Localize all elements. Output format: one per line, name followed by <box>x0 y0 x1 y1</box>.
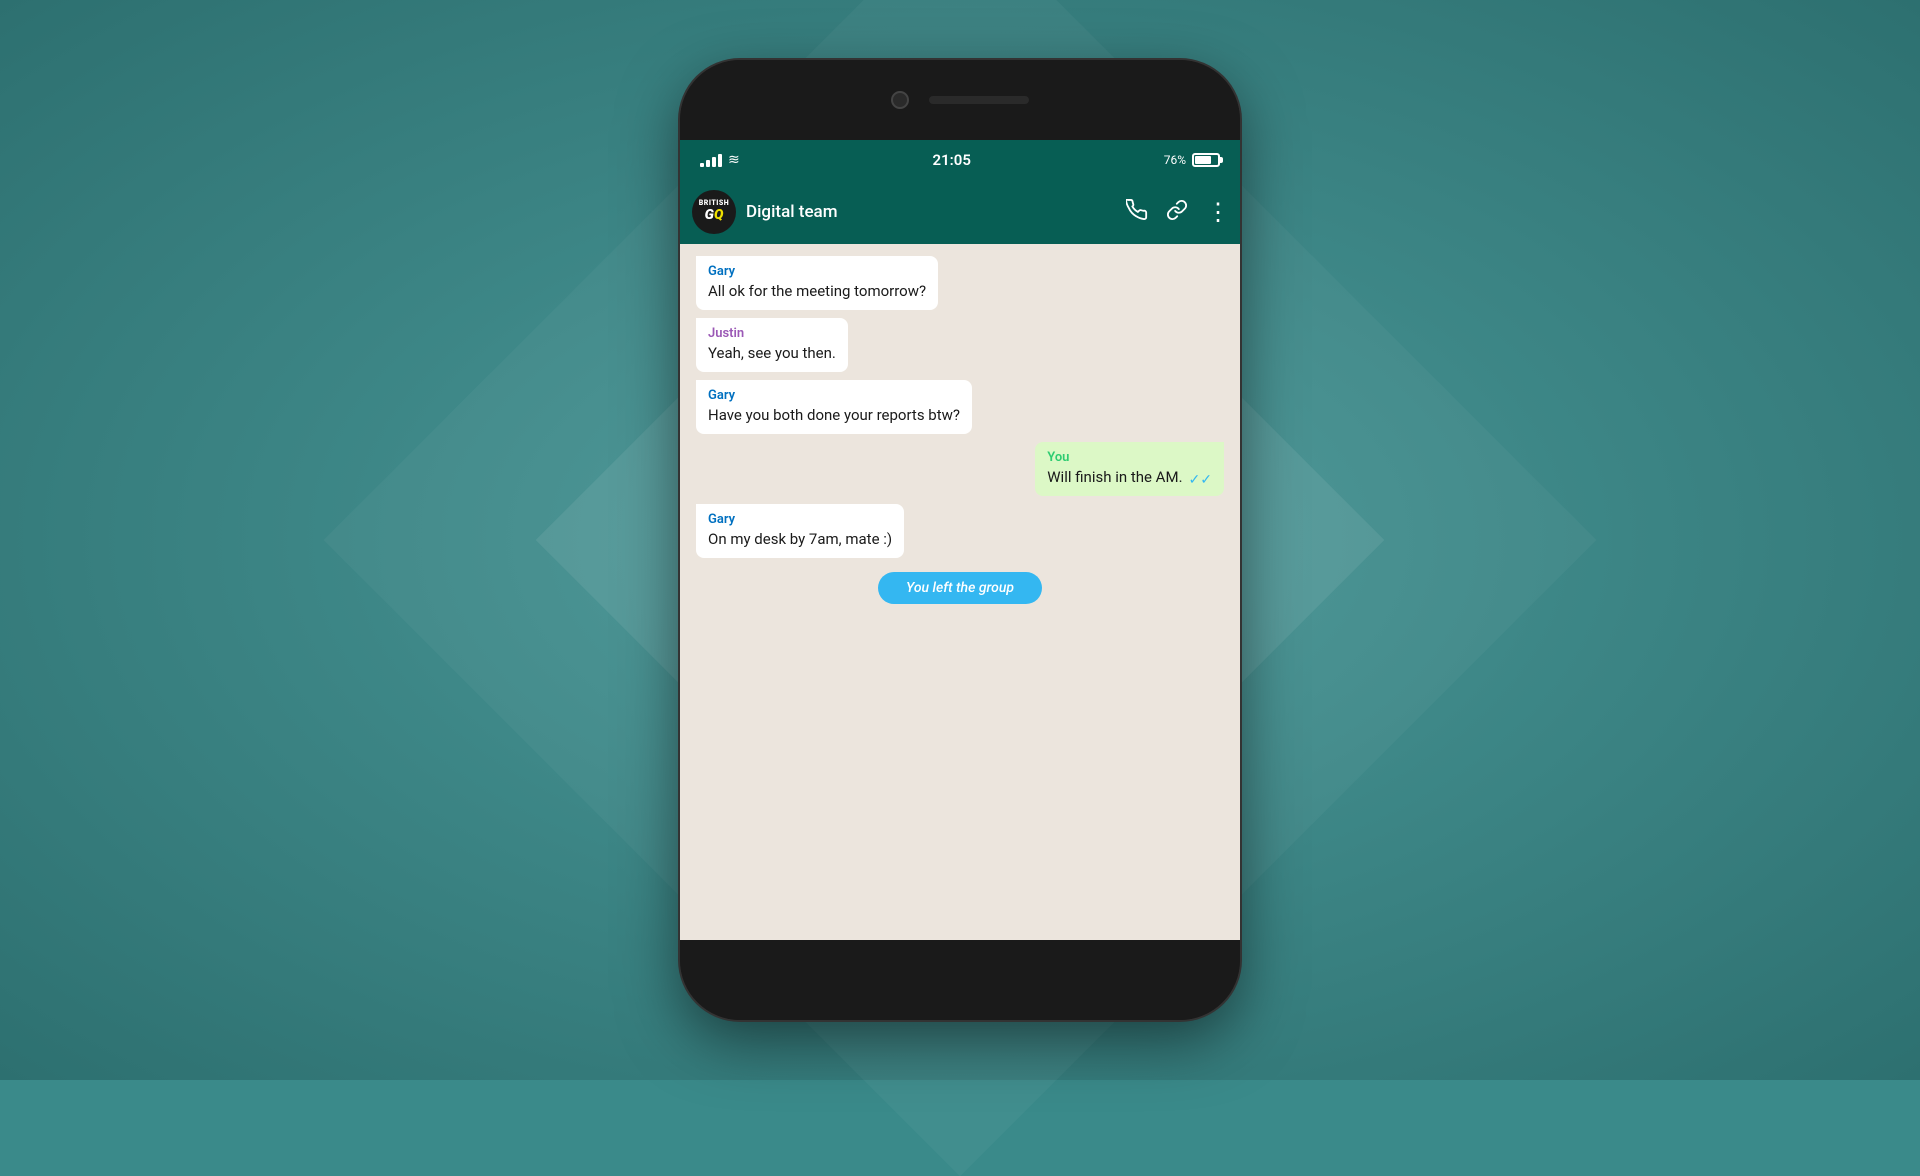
status-time: 21:05 <box>933 151 971 169</box>
message-wrapper: Gary All ok for the meeting tomorrow? <box>696 256 1224 310</box>
message-bubble: Gary Have you both done your reports btw… <box>696 380 972 434</box>
messages-area: Gary All ok for the meeting tomorrow? Ju… <box>680 244 1240 940</box>
read-ticks-icon: ✓✓ <box>1189 472 1212 488</box>
chat-actions: ⋮ <box>1126 198 1228 226</box>
phone-speaker <box>929 96 1029 104</box>
more-options-icon[interactable]: ⋮ <box>1206 198 1228 226</box>
message-sender: Gary <box>708 264 926 279</box>
phone-screen: ≋ 21:05 76% BRITISH GQ Digital team <box>680 140 1240 940</box>
signal-bar-4 <box>718 154 722 167</box>
signal-bar-2 <box>706 160 710 167</box>
message-text: Have you both done your reports btw? <box>708 405 960 426</box>
system-message: You left the group <box>696 572 1224 604</box>
wifi-icon: ≋ <box>728 152 740 168</box>
group-avatar: BRITISH GQ <box>692 190 736 234</box>
phone-top-bezel <box>680 60 1240 140</box>
message-wrapper: Justin Yeah, see you then. <box>696 318 1224 372</box>
status-left: ≋ <box>700 152 740 168</box>
status-right: 76% <box>1164 153 1220 167</box>
signal-strength <box>700 154 722 167</box>
battery-percent: 76% <box>1164 153 1186 167</box>
phone-frame: ≋ 21:05 76% BRITISH GQ Digital team <box>680 60 1240 1020</box>
battery-fill <box>1195 156 1212 164</box>
message-bubble: Justin Yeah, see you then. <box>696 318 848 372</box>
gq-logo: BRITISH GQ <box>699 200 729 223</box>
battery-icon <box>1192 153 1220 167</box>
chat-header: BRITISH GQ Digital team <box>680 180 1240 244</box>
message-sender: You <box>1047 450 1212 465</box>
message-text: Will finish in the AM. <box>1047 467 1182 488</box>
status-bar: ≋ 21:05 76% <box>680 140 1240 180</box>
call-icon[interactable] <box>1126 199 1148 226</box>
message-text: On my desk by 7am, mate :) <box>708 529 892 550</box>
message-sender: Justin <box>708 326 836 341</box>
message-bubble: Gary All ok for the meeting tomorrow? <box>696 256 938 310</box>
left-group-notification: You left the group <box>878 572 1042 604</box>
message-wrapper: Gary On my desk by 7am, mate :) <box>696 504 1224 558</box>
message-wrapper: Gary Have you both done your reports btw… <box>696 380 1224 434</box>
message-text: All ok for the meeting tomorrow? <box>708 281 926 302</box>
message-sender: Gary <box>708 388 960 403</box>
message-wrapper: You Will finish in the AM. ✓✓ <box>696 442 1224 496</box>
signal-bar-1 <box>700 163 704 167</box>
link-icon[interactable] <box>1166 199 1188 226</box>
signal-bar-3 <box>712 157 716 167</box>
gq-q-letter: Q <box>714 207 723 223</box>
message-sender: Gary <box>708 512 892 527</box>
message-bubble: You Will finish in the AM. ✓✓ <box>1035 442 1224 496</box>
message-text: Yeah, see you then. <box>708 343 836 364</box>
phone-bottom-bezel <box>680 940 1240 1020</box>
front-camera <box>891 91 909 109</box>
gq-g-letter: G <box>705 207 714 223</box>
chat-group-name: Digital team <box>746 202 1116 222</box>
message-bubble: Gary On my desk by 7am, mate :) <box>696 504 904 558</box>
